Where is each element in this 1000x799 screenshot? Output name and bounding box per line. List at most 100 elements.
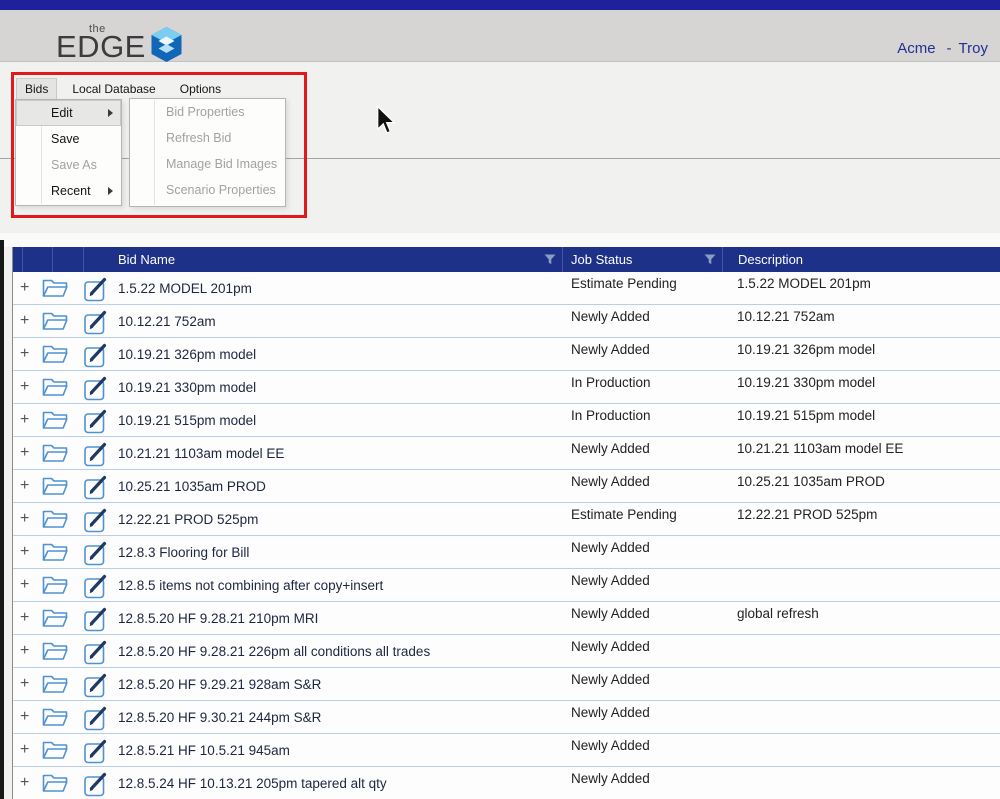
edit-pencil-icon[interactable]: [83, 407, 110, 434]
expand-row-button[interactable]: +: [20, 477, 29, 495]
table-row[interactable]: + 12.8.5.24 HF 10.13.21 205pm tapered al…: [13, 767, 1000, 799]
app-header: the EDGE Acme-Troy: [0, 10, 1000, 62]
open-folder-icon[interactable]: [42, 740, 68, 761]
table-row[interactable]: + 10.25.21 1035am PROD Newly Added 10.25…: [13, 470, 1000, 503]
job-status-cell: Newly Added: [571, 606, 650, 621]
bid-name-cell[interactable]: 12.8.3 Flooring for Bill: [118, 536, 249, 569]
table-body: + 1.5.22 MODEL 201pm Estimate Pending 1.…: [13, 272, 1000, 799]
bid-name-cell[interactable]: 12.8.5.24 HF 10.13.21 205pm tapered alt …: [118, 767, 387, 799]
open-folder-icon[interactable]: [42, 278, 68, 299]
open-folder-icon[interactable]: [42, 344, 68, 365]
bid-name-cell[interactable]: 10.21.21 1103am model EE: [118, 437, 284, 470]
edit-pencil-icon[interactable]: [83, 341, 110, 368]
table-row[interactable]: + 12.8.5.20 HF 9.29.21 928am S&R Newly A…: [13, 668, 1000, 701]
edit-pencil-icon[interactable]: [83, 275, 110, 302]
edit-pencil-icon[interactable]: [83, 671, 110, 698]
expand-row-button[interactable]: +: [20, 411, 29, 429]
open-folder-icon[interactable]: [42, 476, 68, 497]
edit-pencil-icon[interactable]: [83, 374, 110, 401]
bid-name-cell[interactable]: 10.19.21 515pm model: [118, 404, 256, 437]
expand-row-button[interactable]: +: [20, 576, 29, 594]
open-folder-icon[interactable]: [42, 377, 68, 398]
annotation-rectangle: [11, 72, 307, 218]
bid-name-cell[interactable]: 10.25.21 1035am PROD: [118, 470, 266, 503]
edit-pencil-icon[interactable]: [83, 605, 110, 632]
table-row[interactable]: + 12.8.5.20 HF 9.28.21 210pm MRI Newly A…: [13, 602, 1000, 635]
edit-pencil-icon[interactable]: [83, 308, 110, 335]
open-folder-icon[interactable]: [42, 608, 68, 629]
bid-name-cell[interactable]: 1.5.22 MODEL 201pm: [118, 272, 252, 305]
open-folder-icon[interactable]: [42, 509, 68, 530]
bid-name-cell[interactable]: 12.8.5.20 HF 9.29.21 928am S&R: [118, 668, 321, 701]
edit-pencil-icon[interactable]: [83, 572, 110, 599]
bid-name-cell[interactable]: 12.22.21 PROD 525pm: [118, 503, 258, 536]
edit-pencil-icon[interactable]: [83, 473, 110, 500]
edit-pencil-icon[interactable]: [83, 770, 110, 797]
bid-name-cell[interactable]: 10.19.21 326pm model: [118, 338, 256, 371]
expand-row-button[interactable]: +: [20, 543, 29, 561]
bid-name-cell[interactable]: 12.8.5.21 HF 10.5.21 945am: [118, 734, 290, 767]
open-folder-icon[interactable]: [42, 707, 68, 728]
expand-row-button[interactable]: +: [20, 312, 29, 330]
bid-name-cell[interactable]: 12.8.5 items not combining after copy+in…: [118, 569, 383, 602]
open-folder-icon[interactable]: [42, 311, 68, 332]
edit-pencil-icon[interactable]: [83, 737, 110, 764]
table-row[interactable]: + 10.21.21 1103am model EE Newly Added 1…: [13, 437, 1000, 470]
account-label[interactable]: Acme-Troy: [897, 40, 988, 57]
bid-name-cell[interactable]: 10.19.21 330pm model: [118, 371, 256, 404]
bid-name-cell[interactable]: 12.8.5.20 HF 9.30.21 244pm S&R: [118, 701, 321, 734]
table-row[interactable]: + 12.8.5.20 HF 9.30.21 244pm S&R Newly A…: [13, 701, 1000, 734]
edit-pencil-icon[interactable]: [83, 539, 110, 566]
filter-funnel-icon[interactable]: [704, 254, 716, 265]
bid-name-cell[interactable]: 10.12.21 752am: [118, 305, 216, 338]
job-status-cell: Newly Added: [571, 441, 650, 456]
table-row[interactable]: + 12.8.5.20 HF 9.28.21 226pm all conditi…: [13, 635, 1000, 668]
expand-row-button[interactable]: +: [20, 741, 29, 759]
bid-name-cell[interactable]: 12.8.5.20 HF 9.28.21 226pm all condition…: [118, 635, 430, 668]
edit-pencil-icon[interactable]: [83, 506, 110, 533]
table-row[interactable]: + 10.19.21 330pm model In Production 10.…: [13, 371, 1000, 404]
expand-row-button[interactable]: +: [20, 510, 29, 528]
column-header-description[interactable]: Description: [723, 247, 1000, 272]
description-cell: 10.21.21 1103am model EE: [737, 441, 903, 456]
header-edit-column: [53, 247, 84, 272]
table-row[interactable]: + 10.19.21 326pm model Newly Added 10.19…: [13, 338, 1000, 371]
expand-row-button[interactable]: +: [20, 609, 29, 627]
open-folder-icon[interactable]: [42, 443, 68, 464]
job-status-cell: In Production: [571, 375, 651, 390]
expand-row-button[interactable]: +: [20, 378, 29, 396]
table-row[interactable]: + 1.5.22 MODEL 201pm Estimate Pending 1.…: [13, 272, 1000, 305]
expand-row-button[interactable]: +: [20, 642, 29, 660]
description-cell: 10.19.21 330pm model: [737, 375, 875, 390]
table-row[interactable]: + 10.19.21 515pm model In Production 10.…: [13, 404, 1000, 437]
table-row[interactable]: + 10.12.21 752am Newly Added 10.12.21 75…: [13, 305, 1000, 338]
expand-row-button[interactable]: +: [20, 708, 29, 726]
logo-edge-text: EDGE: [56, 31, 146, 62]
open-folder-icon[interactable]: [42, 542, 68, 563]
edit-pencil-icon[interactable]: [83, 704, 110, 731]
table-row[interactable]: + 12.8.5.21 HF 10.5.21 945am Newly Added: [13, 734, 1000, 767]
job-status-cell: In Production: [571, 408, 651, 423]
open-folder-icon[interactable]: [42, 410, 68, 431]
left-edge-strip: [0, 240, 4, 799]
expand-row-button[interactable]: +: [20, 774, 29, 792]
table-row[interactable]: + 12.8.5 items not combining after copy+…: [13, 569, 1000, 602]
open-folder-icon[interactable]: [42, 773, 68, 794]
column-header-bid-name[interactable]: Bid Name: [84, 247, 563, 272]
edit-pencil-icon[interactable]: [83, 638, 110, 665]
open-folder-icon[interactable]: [42, 674, 68, 695]
open-folder-icon[interactable]: [42, 641, 68, 662]
column-label: Bid Name: [118, 252, 175, 267]
edit-pencil-icon[interactable]: [83, 440, 110, 467]
expand-row-button[interactable]: +: [20, 444, 29, 462]
table-row[interactable]: + 12.22.21 PROD 525pm Estimate Pending 1…: [13, 503, 1000, 536]
open-folder-icon[interactable]: [42, 575, 68, 596]
bid-name-cell[interactable]: 12.8.5.20 HF 9.28.21 210pm MRI: [118, 602, 318, 635]
expand-row-button[interactable]: +: [20, 279, 29, 297]
pre-table-strip: [0, 233, 1000, 247]
expand-row-button[interactable]: +: [20, 345, 29, 363]
table-row[interactable]: + 12.8.3 Flooring for Bill Newly Added: [13, 536, 1000, 569]
expand-row-button[interactable]: +: [20, 675, 29, 693]
filter-funnel-icon[interactable]: [544, 254, 556, 265]
column-header-job-status[interactable]: Job Status: [563, 247, 723, 272]
